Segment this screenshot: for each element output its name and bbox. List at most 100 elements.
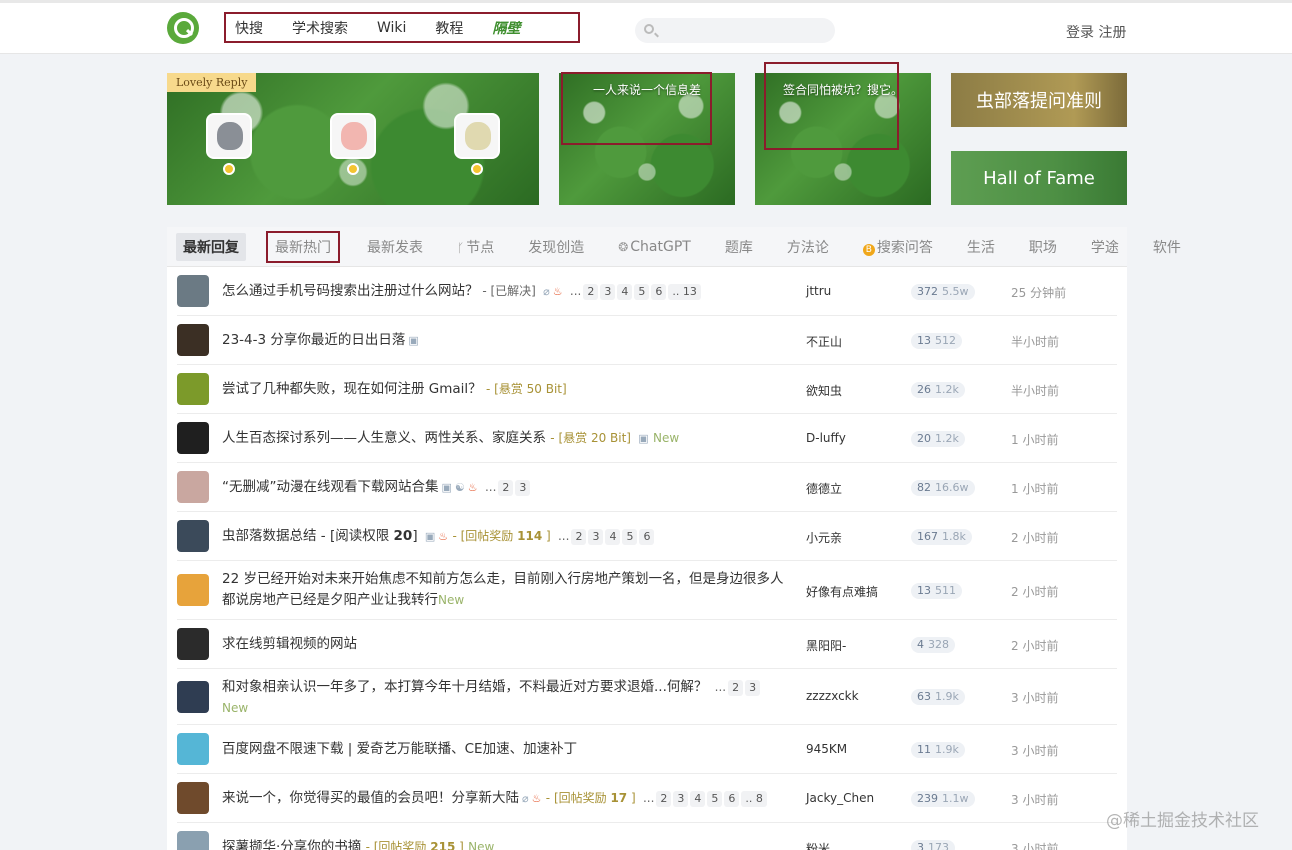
thread-title[interactable]: 探薯撷华·分享你的书摘 - [回帖奖励 215 ] New	[222, 837, 792, 850]
avatar[interactable]	[177, 628, 209, 660]
thread-author[interactable]: jttru	[806, 284, 831, 298]
tab-workplace[interactable]: 职场	[1022, 233, 1064, 261]
tab-study[interactable]: 学途	[1084, 233, 1126, 261]
medal-icon	[347, 163, 359, 175]
avatar[interactable]	[177, 831, 209, 850]
page-link[interactable]: 2	[498, 480, 514, 496]
nav-item-next-door[interactable]: 隔壁	[492, 18, 520, 38]
nav-item-wiki[interactable]: Wiki	[377, 20, 406, 36]
thread-author[interactable]: D-luffy	[806, 431, 846, 445]
read-level: 20	[393, 528, 413, 544]
thread-author[interactable]: 粉米	[806, 840, 830, 850]
thread-author[interactable]: 黑阳阳-	[806, 637, 846, 654]
page-link[interactable]: 2	[571, 529, 587, 545]
thread-author[interactable]: 德德立	[806, 480, 842, 497]
thread-time: 半小时前	[1011, 335, 1060, 349]
page-link[interactable]: 6	[724, 791, 740, 807]
page-link[interactable]: 5	[634, 284, 650, 300]
page-link[interactable]: 4	[617, 284, 633, 300]
thread-author[interactable]: 小元亲	[806, 529, 842, 546]
thread-author[interactable]: 不正山	[806, 333, 842, 350]
nav-item-academic-search[interactable]: 学术搜索	[292, 18, 348, 38]
page-link[interactable]: 2	[583, 284, 599, 300]
attachment-icon: ⌀	[543, 285, 550, 298]
site-logo[interactable]	[167, 12, 199, 44]
thread-title[interactable]: 百度网盘不限速下载 | 爱奇艺万能联播、CE加速、加速补丁	[222, 739, 792, 760]
tab-label: 搜索问答	[876, 239, 933, 256]
thread-title-text: 来说一个，你觉得买的最值的会员吧！分享新大陆	[222, 790, 519, 806]
featured-avatar[interactable]	[454, 113, 500, 159]
top-header: 快搜 学术搜索 Wiki 教程 隔壁 登录 注册	[0, 0, 1292, 54]
page-link[interactable]: 3	[600, 284, 616, 300]
page-link[interactable]: 2	[656, 791, 672, 807]
hall-of-fame-card[interactable]: Hall of Fame	[951, 151, 1127, 205]
page-link[interactable]: 4	[605, 529, 621, 545]
thread-title[interactable]: “无删减”动漫在线观看下载网站合集 ▣ ☯ ♨ ... 2 3	[222, 477, 792, 498]
search-input[interactable]	[661, 18, 831, 43]
thread-title[interactable]: 和对象相亲认识一年多了，本打算今年十月结婚，不料最近对方要求退婚...何解？ .…	[222, 677, 792, 719]
thread-author[interactable]: 好像有点难搞	[806, 583, 878, 600]
page-link[interactable]: 4	[690, 791, 706, 807]
featured-avatar[interactable]	[330, 113, 376, 159]
tab-methodology[interactable]: 方法论	[780, 233, 836, 261]
page-link[interactable]: 5	[622, 529, 638, 545]
avatar[interactable]	[177, 520, 209, 552]
page-link[interactable]: 3	[588, 529, 604, 545]
thread-title[interactable]: 23-4-3 分享你最近的日出日落 ▣	[222, 330, 792, 351]
page-link[interactable]: 5	[707, 791, 723, 807]
thread-title[interactable]: 求在线剪辑视频的网站	[222, 634, 792, 655]
tab-life[interactable]: 生活	[960, 233, 1002, 261]
page-link[interactable]: 3	[515, 480, 531, 496]
table-row: 探薯撷华·分享你的书摘 - [回帖奖励 215 ] New 粉米 3 173 3 …	[177, 823, 1117, 850]
highlight-box	[561, 72, 712, 145]
page-link[interactable]: 3	[745, 680, 761, 696]
register-link[interactable]: 注册	[1098, 25, 1126, 41]
tab-question-bank[interactable]: 题库	[718, 233, 760, 261]
login-link[interactable]: 登录	[1066, 25, 1094, 41]
thread-author[interactable]: Jacky_Chen	[806, 791, 874, 805]
question-guide-card[interactable]: 虫部落提问准则	[951, 73, 1127, 127]
lovely-reply-banner[interactable]: Lovely Reply	[167, 73, 539, 205]
featured-avatar[interactable]	[206, 113, 252, 159]
thread-title[interactable]: 尝试了几种都失败，现在如何注册 Gmail？ - [悬赏 50 Bit]	[222, 379, 792, 400]
avatar[interactable]	[177, 275, 209, 307]
thread-title[interactable]: 22 岁已经开始对未来开始焦虑不知前方怎么走，目前刚入行房地产策划一名，但是身边…	[222, 569, 792, 611]
chatgpt-icon: ❂	[618, 239, 629, 254]
thread-title[interactable]: 人生百态探讨系列——人生意义、两性关系、家庭关系 - [悬赏 20 Bit] ▣…	[222, 428, 792, 449]
tab-software[interactable]: 软件	[1146, 233, 1188, 261]
tab-latest-hot[interactable]: 最新热门	[266, 230, 340, 263]
page-link[interactable]: 6	[639, 529, 655, 545]
avatar[interactable]	[177, 782, 209, 814]
tab-chatgpt[interactable]: ❂ ChatGPT	[611, 235, 698, 259]
avatar[interactable]	[177, 681, 209, 713]
nav-item-tutorials[interactable]: 教程	[435, 18, 463, 38]
page-link[interactable]: .. 8	[741, 791, 767, 807]
nav-item-quick-search[interactable]: 快搜	[235, 18, 263, 38]
reward-amount: 17	[610, 791, 628, 805]
thread-title-text: 22 岁已经开始对未来开始焦虑不知前方怎么走，目前刚入行房地产策划一名，但是身边…	[222, 571, 784, 608]
page-link[interactable]: 6	[651, 284, 667, 300]
tab-nodes[interactable]: ᚴ 节点	[450, 233, 501, 261]
tab-latest-posts[interactable]: 最新发表	[360, 233, 430, 261]
view-count: 1.9k	[935, 743, 959, 756]
thread-title[interactable]: 来说一个，你觉得买的最值的会员吧！分享新大陆 ⌀ ♨ - [回帖奖励 17 ] ..…	[222, 788, 792, 809]
thread-stats: 167 1.8k	[911, 529, 972, 545]
thread-author[interactable]: zzzzxckk	[806, 689, 859, 703]
tab-discover[interactable]: 发现创造	[521, 233, 591, 261]
thread-title[interactable]: 怎么通过手机号码搜索出注册过什么网站？ - [已解决] ⌀ ♨ ... 2 3 4 5 6.…	[222, 281, 792, 302]
avatar[interactable]	[177, 733, 209, 765]
thread-title[interactable]: 虫部落数据总结 - [阅读权限 20] ▣ ♨ - [回帖奖励 114 ] ...…	[222, 526, 792, 547]
reply-count: 167	[917, 530, 938, 543]
page-link[interactable]: 2	[728, 680, 744, 696]
thread-author[interactable]: 945KM	[806, 742, 847, 756]
avatar[interactable]	[177, 471, 209, 503]
thread-author[interactable]: 欲知虫	[806, 382, 842, 399]
avatar[interactable]	[177, 373, 209, 405]
page-link[interactable]: 3	[673, 791, 689, 807]
page-link[interactable]: .. 13	[668, 284, 701, 300]
tab-latest-reply[interactable]: 最新回复	[176, 232, 246, 261]
tab-search-qa[interactable]: B 搜索问答	[856, 233, 940, 261]
avatar[interactable]	[177, 324, 209, 356]
avatar[interactable]	[177, 422, 209, 454]
avatar[interactable]	[177, 574, 209, 606]
